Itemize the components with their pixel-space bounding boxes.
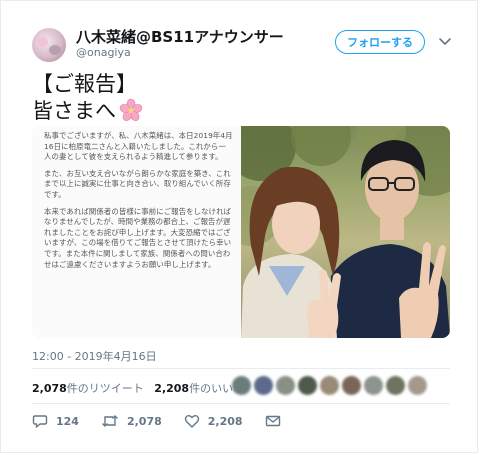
avatar[interactable]	[32, 28, 66, 62]
envelope-icon	[265, 415, 280, 427]
announcement-paragraph-1: 私事でございますが、私、八木菜緒は、本日2019年4月16日に柏原竜二さんと入籍…	[44, 131, 233, 162]
like-button[interactable]: 2,208	[184, 413, 243, 429]
liker-avatar[interactable]	[364, 376, 383, 395]
retweets-count[interactable]: 2,078	[32, 382, 67, 395]
liker-avatar[interactable]	[232, 376, 251, 395]
retweet-action-count: 2,078	[126, 414, 162, 428]
tweet-media[interactable]: 私事でございますが、私、八木菜緒は、本日2019年4月16日に柏原竜二さんと入籍…	[32, 126, 450, 338]
display-name[interactable]: 八木菜緒@BS11アナウンサー	[76, 26, 284, 47]
reply-button[interactable]: 124	[32, 413, 79, 429]
tweet-title-line2: 皆さまへ	[32, 99, 116, 123]
user-handle[interactable]: @onagiya	[76, 46, 131, 59]
announcement-paragraph-3: 本来であれば関係者の皆様に事前にご報告をしなければなりませんでしたが、時間や業務…	[44, 206, 232, 269]
likes-count[interactable]: 2,208	[154, 382, 189, 395]
follow-button[interactable]: フォローする	[335, 30, 425, 54]
direct-message-button[interactable]	[265, 413, 289, 429]
liker-avatar[interactable]	[408, 376, 427, 395]
tweet-title-line1: 【ご報告】	[32, 72, 137, 96]
tweet-timestamp[interactable]: 12:00 - 2019年4月16日	[32, 348, 157, 364]
engagement-stats: 2,078件のリツイート 2,208件のいいね	[32, 380, 244, 396]
reply-icon	[32, 415, 48, 428]
retweet-button[interactable]: 2,078	[101, 413, 162, 429]
tweet-actions: 124 2,078 2,208	[32, 413, 311, 429]
like-action-count: 2,208	[207, 414, 243, 428]
cherry-blossom-icon	[119, 98, 143, 121]
heart-icon	[184, 415, 199, 428]
divider	[32, 403, 450, 404]
liker-avatar[interactable]	[342, 376, 361, 395]
liker-avatar[interactable]	[254, 376, 273, 395]
retweets-label[interactable]: 件のリツイート	[67, 382, 144, 395]
liker-avatar[interactable]	[386, 376, 405, 395]
couple-photo-drawing	[241, 126, 450, 338]
retweet-icon	[101, 415, 118, 427]
divider	[32, 368, 450, 369]
liker-avatars	[232, 376, 430, 395]
announcement-text-image[interactable]: 私事でございますが、私、八木菜緒は、本日2019年4月16日に柏原竜二さんと入籍…	[32, 126, 241, 338]
chevron-down-icon[interactable]	[438, 34, 452, 48]
tweet-title-line2-row: 皆さまへ	[32, 95, 143, 125]
announcement-paragraph-2: また、お互い支え合いながら朗らかな家庭を築き、これまで以上に誠実に仕事と向き合い…	[44, 168, 231, 199]
liker-avatar[interactable]	[320, 376, 339, 395]
couple-photo[interactable]	[241, 126, 450, 338]
reply-count: 124	[56, 414, 79, 428]
liker-avatar[interactable]	[298, 376, 317, 395]
liker-avatar[interactable]	[276, 376, 295, 395]
tweet-card: 八木菜緒@BS11アナウンサー @onagiya フォローする 【ご報告】 皆さ…	[0, 0, 478, 453]
